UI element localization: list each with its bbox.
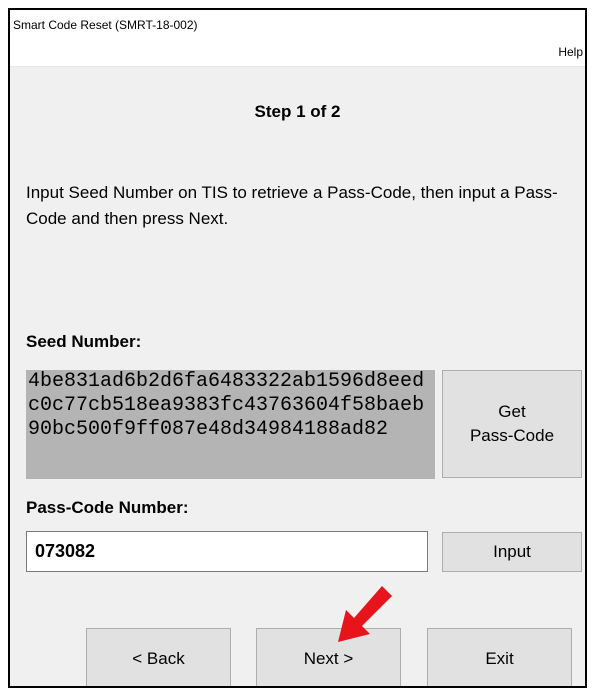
seed-number-label: Seed Number: — [26, 332, 142, 351]
seed-number-value[interactable]: 4be831ad6b2d6fa6483322ab1596d8eedc0c77cb… — [26, 370, 435, 479]
input-button[interactable]: Input — [442, 532, 582, 572]
pass-code-input[interactable] — [26, 531, 428, 572]
menu-bar: Help — [10, 38, 585, 67]
help-menu[interactable]: Help — [558, 45, 583, 59]
back-button[interactable]: < Back — [86, 628, 231, 686]
window-title: Smart Code Reset (SMRT-18-002) — [10, 10, 585, 38]
next-button[interactable]: Next > — [256, 628, 401, 686]
instructions-text: Input Seed Number on TIS to retrieve a P… — [26, 183, 558, 228]
get-pass-code-label-line2: Pass-Code — [469, 426, 555, 445]
exit-button[interactable]: Exit — [427, 628, 572, 686]
get-pass-code-button[interactable]: Get Pass-Code — [442, 370, 582, 478]
pass-code-number-label: Pass-Code Number: — [26, 498, 189, 517]
step-title: Step 1 of 2 — [254, 102, 341, 121]
app-window: Smart Code Reset (SMRT-18-002) Help Step… — [8, 8, 587, 688]
get-pass-code-label-line1: Get — [498, 402, 526, 421]
